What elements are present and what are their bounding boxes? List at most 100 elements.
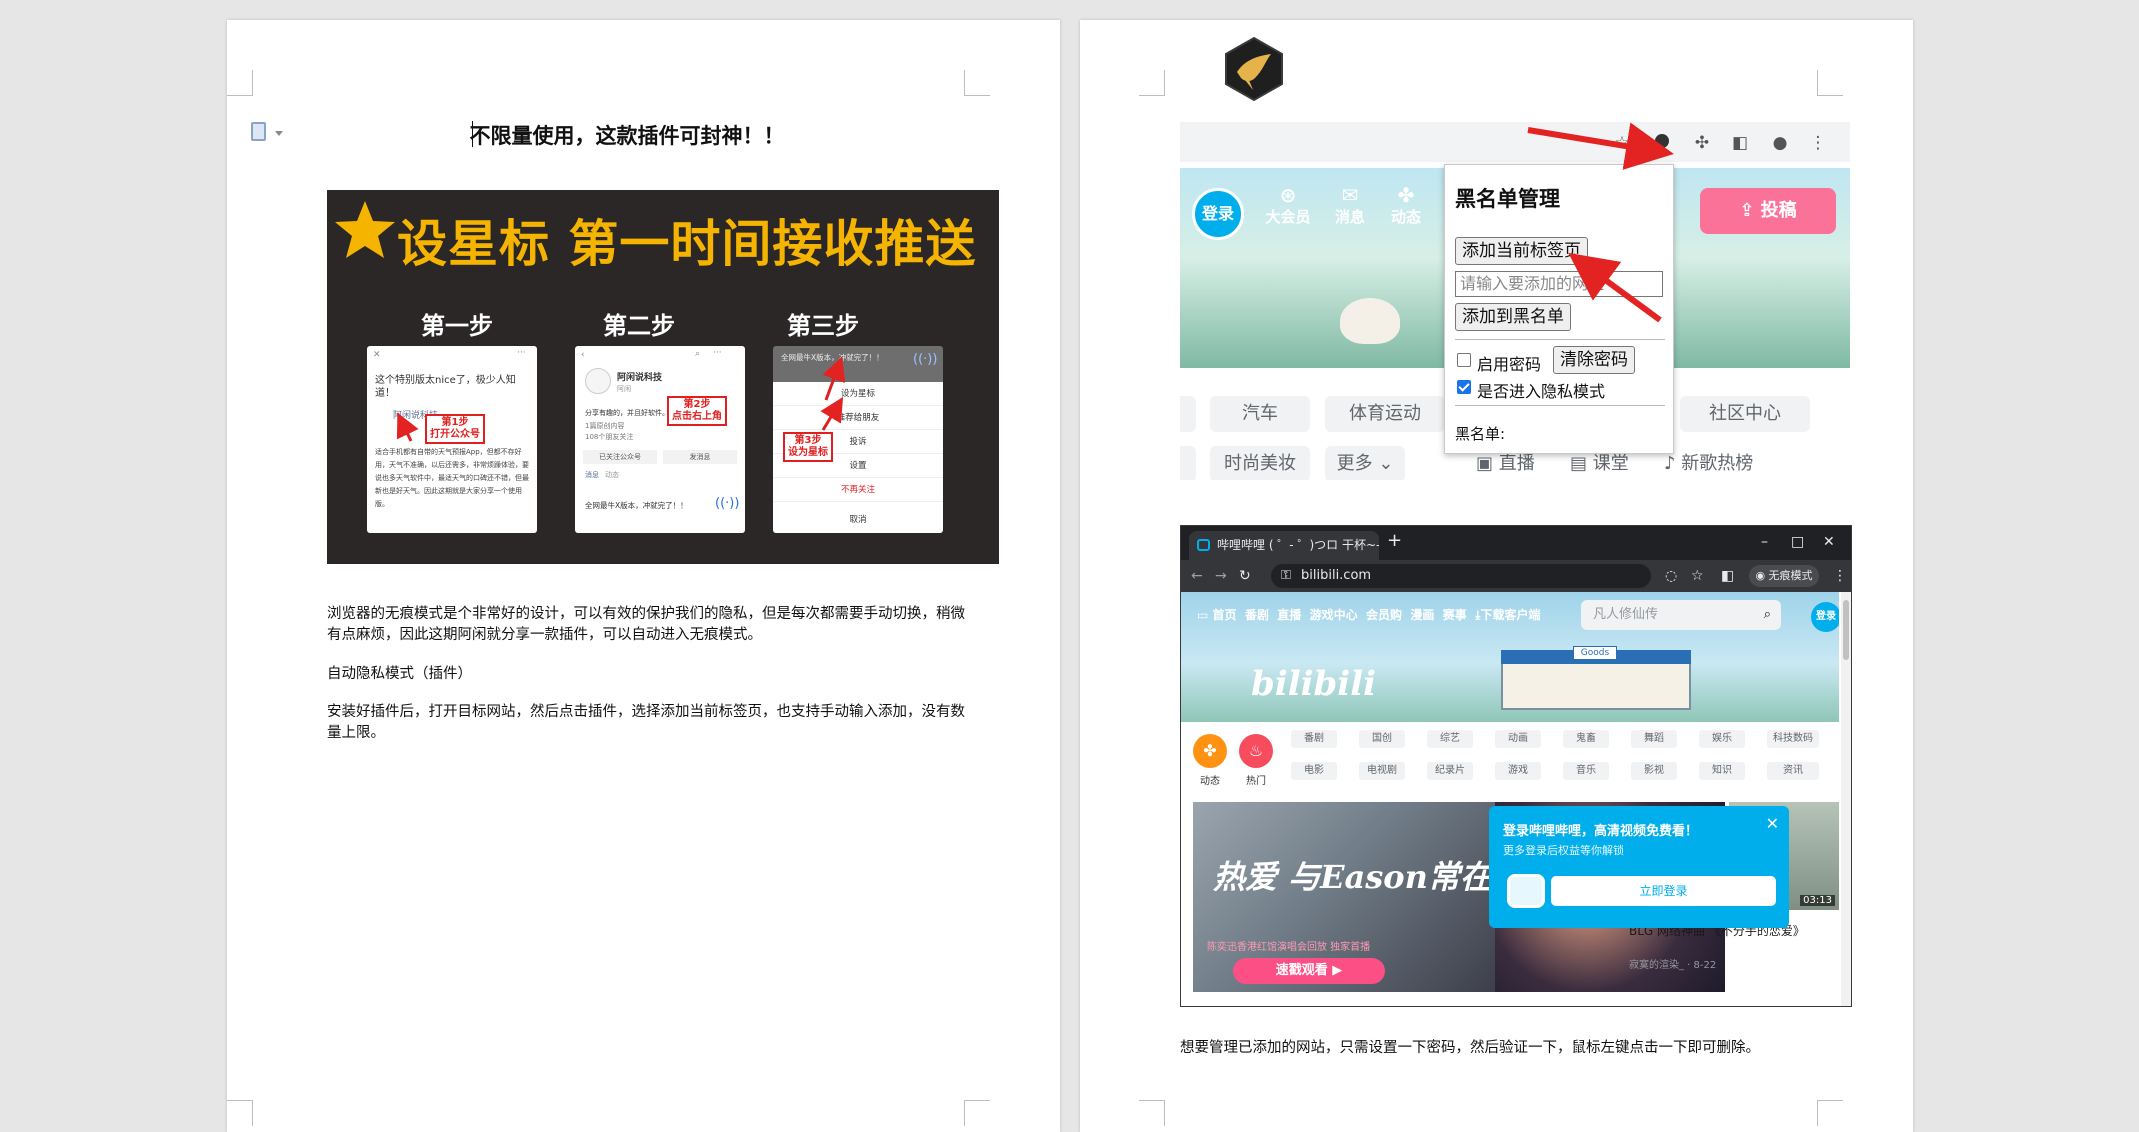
menu-header: 全网最牛X版本，冲就完了！！: [781, 353, 884, 362]
bili-nav: ▭ 首页 番剧 直播 游戏中心 会员购 漫画 赛事 ⤓下载客户端: [1197, 608, 1541, 622]
category-chip: 综艺: [1427, 730, 1473, 748]
post-body: 适合手机都有自带的天气预报App，但都不存好用，天气不准确，以后还需多，非常烦躁…: [375, 448, 529, 508]
blacklist-label: 黑名单:: [1455, 425, 1506, 443]
category-chip: [1180, 396, 1196, 432]
classroom-icon: ▤: [1570, 453, 1588, 474]
promo-title: 热爱 与Eason常在: [1213, 858, 1492, 896]
category-chip: 番剧: [1291, 730, 1337, 748]
bilibili-tab-icon: [1197, 539, 1210, 551]
nav-messages: ✉ 消息: [1320, 184, 1380, 227]
more-icon: ···: [713, 348, 722, 358]
promo-banner: 热爱 与Eason常在 陈奕迅香港红馆演唱会回放 独家首播 速戳观看 ▶: [1193, 802, 1495, 992]
category-chip-community: 社区中心: [1680, 396, 1810, 432]
scrollbar: [1841, 592, 1851, 1006]
duck-figure: [1340, 298, 1400, 344]
divider: [1455, 405, 1665, 406]
hot-icon: ♨: [1239, 734, 1273, 768]
side-panel-icon: ◧: [1721, 568, 1735, 584]
paragraph-intro[interactable]: 浏览器的无痕模式是个非常好的设计，可以有效的保护我们的隐私，但是每次都需要手动切…: [327, 604, 967, 646]
extension-logo-icon: [1225, 36, 1283, 102]
category-chip: 知识: [1699, 762, 1745, 780]
tv-icon: ▭: [1197, 608, 1213, 622]
maximize-icon: □: [1791, 534, 1805, 550]
back-icon: ←: [1191, 568, 1203, 584]
category-chip: 音乐: [1563, 762, 1609, 780]
category-chip: 国创: [1359, 730, 1405, 748]
document-title[interactable]: 不限量使用，这款插件可封神！！: [327, 120, 927, 150]
video-meta: 寂寞的渲染_ · 8-22: [1629, 960, 1717, 971]
chevron-down-icon: ⌄: [1378, 453, 1394, 474]
tv-mascot-icon: [1507, 874, 1545, 908]
menu-item-unfollow: 不再关注: [773, 478, 943, 502]
account-desc: 分享有趣的，并且好软件。: [585, 409, 669, 417]
upload-icon: ⇪: [1739, 200, 1761, 221]
message-button: 发消息: [663, 450, 737, 464]
upload-button: ⇪ 投稿: [1700, 188, 1836, 234]
incognito-checkbox[interactable]: [1457, 380, 1471, 394]
add-to-blacklist-button[interactable]: 添加到黑名单: [1455, 303, 1571, 331]
video-duration: 03:13: [1800, 895, 1835, 906]
minimize-icon: –: [1761, 534, 1768, 550]
promo-subtitle: 陈奕迅香港红馆演唱会回放 独家首播: [1207, 942, 1371, 953]
menu-item-share: 推荐给朋友: [773, 406, 943, 430]
step-label-2: 第二步: [603, 311, 675, 340]
signal-icon: ((·)): [913, 352, 938, 367]
browser-toolbar: ☆ ✣ ◧ ● ⋮: [1180, 122, 1850, 162]
document-page-right: ☆ ✣ ◧ ● ⋮ 登录 ⊛ 大会员 ✉ 消息 ✤ 动态 ⇪ 投稿 汽车 体育运动 社…: [1080, 20, 1913, 1132]
category-chip: 舞蹈: [1631, 730, 1677, 748]
login-prompt: 登录哔哩哔哩，高清视频免费看！ 更多登录后权益等你解锁 立即登录 ✕: [1489, 806, 1789, 928]
menu-item-cancel: 取消: [849, 515, 867, 525]
star-bookmark-icon: ☆: [1691, 568, 1704, 584]
crop-mark: [1817, 70, 1843, 96]
banner-headline: 设星标 第一时间接收推送: [397, 214, 977, 273]
url-input[interactable]: 请输入要添加的网址: [1455, 271, 1663, 297]
category-chip: [1180, 446, 1196, 480]
category-chip: 纪录片: [1427, 762, 1473, 780]
add-current-tab-button[interactable]: 添加当前标签页: [1455, 237, 1588, 265]
login-now-button: 立即登录: [1551, 876, 1776, 906]
menu-dots-icon: ⋮: [1833, 568, 1847, 584]
popup-title: 黑名单管理: [1455, 187, 1560, 211]
document-outline-icon[interactable]: [251, 122, 283, 144]
category-chip-car: 汽车: [1210, 396, 1310, 432]
annotation-step2: 第2步 点击右上角: [667, 396, 727, 426]
signal-icon: ((·)): [715, 496, 740, 511]
hot-label: 热门: [1246, 776, 1266, 787]
category-chip: 影视: [1631, 762, 1677, 780]
extension-icon: [1652, 133, 1672, 153]
link-top-songs: ♪ 新歌热榜: [1664, 453, 1754, 474]
side-panel-icon: ◧: [1731, 133, 1749, 153]
crop-mark: [227, 1100, 253, 1126]
star-steps-banner: 设星标 第一时间接收推送 第一步 第二步 第三步 ✕ ··· 这个特别版太nic…: [327, 190, 999, 564]
paragraph-heading[interactable]: 自动隐私模式（插件）: [327, 664, 967, 685]
live-icon: ▣: [1476, 453, 1494, 474]
browser-tab-bar: 哔哩哔哩 ( ゜- ゜)つロ 干杯~-bilibili + – □ ✕: [1181, 526, 1851, 560]
crop-mark: [1817, 1100, 1843, 1126]
step-label-1: 第一步: [421, 311, 493, 340]
divider: [1455, 339, 1665, 340]
paragraph-caption[interactable]: 想要管理已添加的网站，只需设置一下密码，然后验证一下，鼠标左键点击一下即可删除。: [1180, 1038, 1880, 1059]
site-info-icon: ⚿: [1281, 568, 1291, 583]
clear-password-button[interactable]: 清除密码: [1553, 346, 1635, 374]
annotation-step3: 第3步 设为星标: [783, 432, 833, 462]
crop-mark: [1139, 70, 1165, 96]
menu-dots-icon: ⋮: [1809, 133, 1827, 153]
search-icon: ⌕: [1763, 607, 1771, 622]
account-sub: 阿闲: [617, 385, 631, 393]
category-chip: 科技数码: [1767, 730, 1819, 748]
vip-icon: ⊛: [1279, 183, 1297, 207]
enable-password-checkbox[interactable]: [1457, 353, 1471, 367]
account-stat-1: 1篇原创内容: [585, 422, 625, 430]
annotation-step1: 第1步 打开公众号: [425, 414, 485, 444]
follow-button: 已关注公众号: [583, 450, 657, 464]
document-page-left: 不限量使用，这款插件可封神！！ 设星标 第一时间接收推送 第一步 第二步 第三步…: [227, 20, 1060, 1132]
account-name: 阿闲说科技: [617, 373, 663, 383]
close-icon: ✕: [1765, 814, 1779, 833]
browser-tab: 哔哩哔哩 ( ゜- ゜)つロ 干杯~-bilibili: [1189, 531, 1379, 560]
puzzle-icon: ✣: [1694, 133, 1710, 153]
category-chip: 资讯: [1767, 762, 1819, 780]
eye-off-icon: ◌: [1665, 568, 1678, 584]
enable-password-label: 启用密码: [1477, 355, 1542, 374]
nav-vip: ⊛ 大会员: [1258, 184, 1318, 227]
paragraph-instructions[interactable]: 安装好插件后，打开目标网站，然后点击插件，选择添加当前标签页，也支持手动输入添加…: [327, 702, 967, 744]
